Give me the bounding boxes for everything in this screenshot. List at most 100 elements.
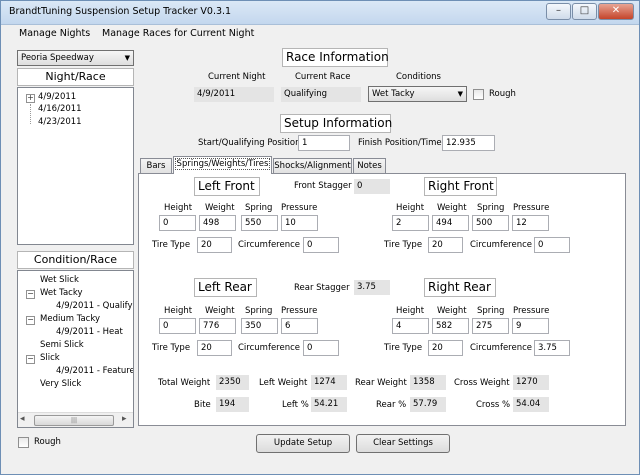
conditions-label: Conditions <box>396 72 441 82</box>
rr-circumference-input[interactable]: 3.75 <box>534 340 570 356</box>
finish-position-label: Finish Position/Time <box>358 138 442 148</box>
current-race-label: Current Race <box>295 72 351 82</box>
tree-collapse-icon[interactable]: − <box>26 316 35 325</box>
tree-race-item[interactable]: 4/9/2011 - Heat <box>56 327 123 337</box>
menu-manage-nights[interactable]: Manage Nights <box>19 28 90 39</box>
rf-spring-input[interactable]: 500 <box>472 215 509 231</box>
tab-bars[interactable]: Bars <box>140 158 172 174</box>
rr-tire-type-input[interactable]: 20 <box>428 340 463 356</box>
tab-springs-weights-tires[interactable]: Springs/Weights/Tires <box>173 156 272 174</box>
tree-expand-icon[interactable]: + <box>26 94 35 103</box>
lr-circumference-input[interactable]: 0 <box>303 340 339 356</box>
race-info-header: Race Information <box>282 48 389 67</box>
lf-pressure-input[interactable]: 10 <box>281 215 318 231</box>
tree-condition-item[interactable]: Wet Slick <box>40 275 79 285</box>
lf-tire-type-input[interactable]: 20 <box>197 237 232 253</box>
left-front-header: Left Front <box>194 177 260 196</box>
scroll-left-icon[interactable]: ◂ <box>20 414 25 424</box>
conditions-select[interactable]: Wet Tacky ▼ <box>368 86 467 102</box>
rr-spring-input[interactable]: 275 <box>472 318 509 334</box>
lr-height-label: Height <box>164 306 193 316</box>
rear-pct-label: Rear % <box>376 400 407 410</box>
race-rough-checkbox[interactable] <box>473 89 484 100</box>
tree-condition-item[interactable]: Very Slick <box>40 379 81 389</box>
lr-weight-input[interactable]: 776 <box>199 318 236 334</box>
lr-tire-type-input[interactable]: 20 <box>197 340 232 356</box>
lr-height-input[interactable]: 0 <box>159 318 196 334</box>
rf-tire-type-label: Tire Type <box>384 240 423 250</box>
lf-circumference-input[interactable]: 0 <box>303 237 339 253</box>
rear-pct-value: 57.79 <box>410 397 446 412</box>
menu-manage-races[interactable]: Manage Races for Current Night <box>102 28 254 39</box>
tree-night-item[interactable]: 4/23/2011 <box>38 117 82 127</box>
lr-spring-input[interactable]: 350 <box>241 318 278 334</box>
rr-weight-input[interactable]: 582 <box>432 318 469 334</box>
clear-settings-button[interactable]: Clear Settings <box>356 434 450 453</box>
track-select[interactable]: Peoria Speedway ▼ <box>17 50 134 66</box>
rf-tire-type-input[interactable]: 20 <box>428 237 463 253</box>
rr-spring-label: Spring <box>477 306 505 316</box>
lf-tire-type-label: Tire Type <box>152 240 191 250</box>
rr-pressure-input[interactable]: 9 <box>512 318 549 334</box>
tree-race-item[interactable]: 4/9/2011 - Feature <box>56 366 133 376</box>
tree-condition-item[interactable]: Medium Tacky <box>40 314 100 324</box>
total-weight-label: Total Weight <box>158 378 211 388</box>
rf-pressure-input[interactable]: 12 <box>512 215 549 231</box>
menu-bar: Manage Nights Manage Races for Current N… <box>1 25 639 44</box>
tree-race-item[interactable]: 4/9/2011 - Qualifying <box>56 301 133 311</box>
left-pct-value: 54.21 <box>311 397 347 412</box>
title-bar: BrandtTuning Suspension Setup Tracker V0… <box>1 1 639 25</box>
lf-height-label: Height <box>164 203 193 213</box>
finish-position-input[interactable]: 12.935 <box>442 135 495 151</box>
close-button[interactable]: ✕ <box>598 3 634 20</box>
lr-tire-type-label: Tire Type <box>152 343 191 353</box>
horizontal-scrollbar[interactable]: ◂ ||| ▸ <box>18 412 133 427</box>
current-race-value: Qualifying <box>281 87 361 102</box>
maximize-button[interactable]: □ <box>572 3 597 20</box>
tree-collapse-icon[interactable]: − <box>26 355 35 364</box>
lf-spring-input[interactable]: 550 <box>241 215 278 231</box>
cross-pct-label: Cross % <box>476 400 511 410</box>
rf-height-input[interactable]: 2 <box>392 215 429 231</box>
minimize-button[interactable]: – <box>546 3 571 20</box>
rf-weight-input[interactable]: 494 <box>432 215 469 231</box>
lf-height-input[interactable]: 0 <box>159 215 196 231</box>
tree-condition-item[interactable]: Slick <box>40 353 60 363</box>
tree-night-item[interactable]: 4/9/2011 <box>38 92 76 102</box>
tab-shocks-alignment[interactable]: Shocks/Alignment <box>273 158 352 174</box>
lf-weight-label: Weight <box>205 203 235 213</box>
tab-notes[interactable]: Notes <box>353 158 386 174</box>
tree-night-item[interactable]: 4/16/2011 <box>38 104 82 114</box>
rear-weight-label: Rear Weight <box>355 378 407 388</box>
conditions-select-value: Wet Tacky <box>372 89 415 99</box>
setup-info-header: Setup Information <box>280 114 392 133</box>
rear-stagger-value: 3.75 <box>354 280 390 295</box>
total-weight-value: 2350 <box>216 375 249 390</box>
rr-tire-type-label: Tire Type <box>384 343 423 353</box>
race-rough-label: Rough <box>489 89 516 99</box>
tree-collapse-icon[interactable]: − <box>26 290 35 299</box>
chevron-down-icon: ▼ <box>124 54 130 62</box>
rr-height-label: Height <box>396 306 425 316</box>
rr-circumference-label: Circumference <box>470 343 532 353</box>
scroll-right-icon[interactable]: ▸ <box>122 414 127 424</box>
sidebar-rough-checkbox[interactable] <box>18 437 29 448</box>
update-setup-button[interactable]: Update Setup <box>256 434 350 453</box>
lf-spring-label: Spring <box>245 203 273 213</box>
lf-weight-input[interactable]: 498 <box>199 215 236 231</box>
scroll-thumb[interactable]: ||| <box>34 415 114 426</box>
condition-race-header: Condition/Race <box>17 251 134 269</box>
start-position-input[interactable]: 1 <box>298 135 350 151</box>
tree-condition-item[interactable]: Semi Slick <box>40 340 84 350</box>
rf-circumference-input[interactable]: 0 <box>534 237 570 253</box>
rf-height-label: Height <box>396 203 425 213</box>
condition-tree[interactable]: Wet Slick − Wet Tacky 4/9/2011 - Qualify… <box>17 270 134 428</box>
night-tree[interactable]: + 4/9/2011 4/16/2011 4/23/2011 <box>17 87 134 245</box>
rr-pressure-label: Pressure <box>513 306 550 316</box>
tree-condition-item[interactable]: Wet Tacky <box>40 288 83 298</box>
rear-stagger-label: Rear Stagger <box>294 283 350 293</box>
cross-weight-value: 1270 <box>513 375 549 390</box>
rr-height-input[interactable]: 4 <box>392 318 429 334</box>
lr-pressure-input[interactable]: 6 <box>281 318 318 334</box>
track-select-value: Peoria Speedway <box>21 53 94 63</box>
